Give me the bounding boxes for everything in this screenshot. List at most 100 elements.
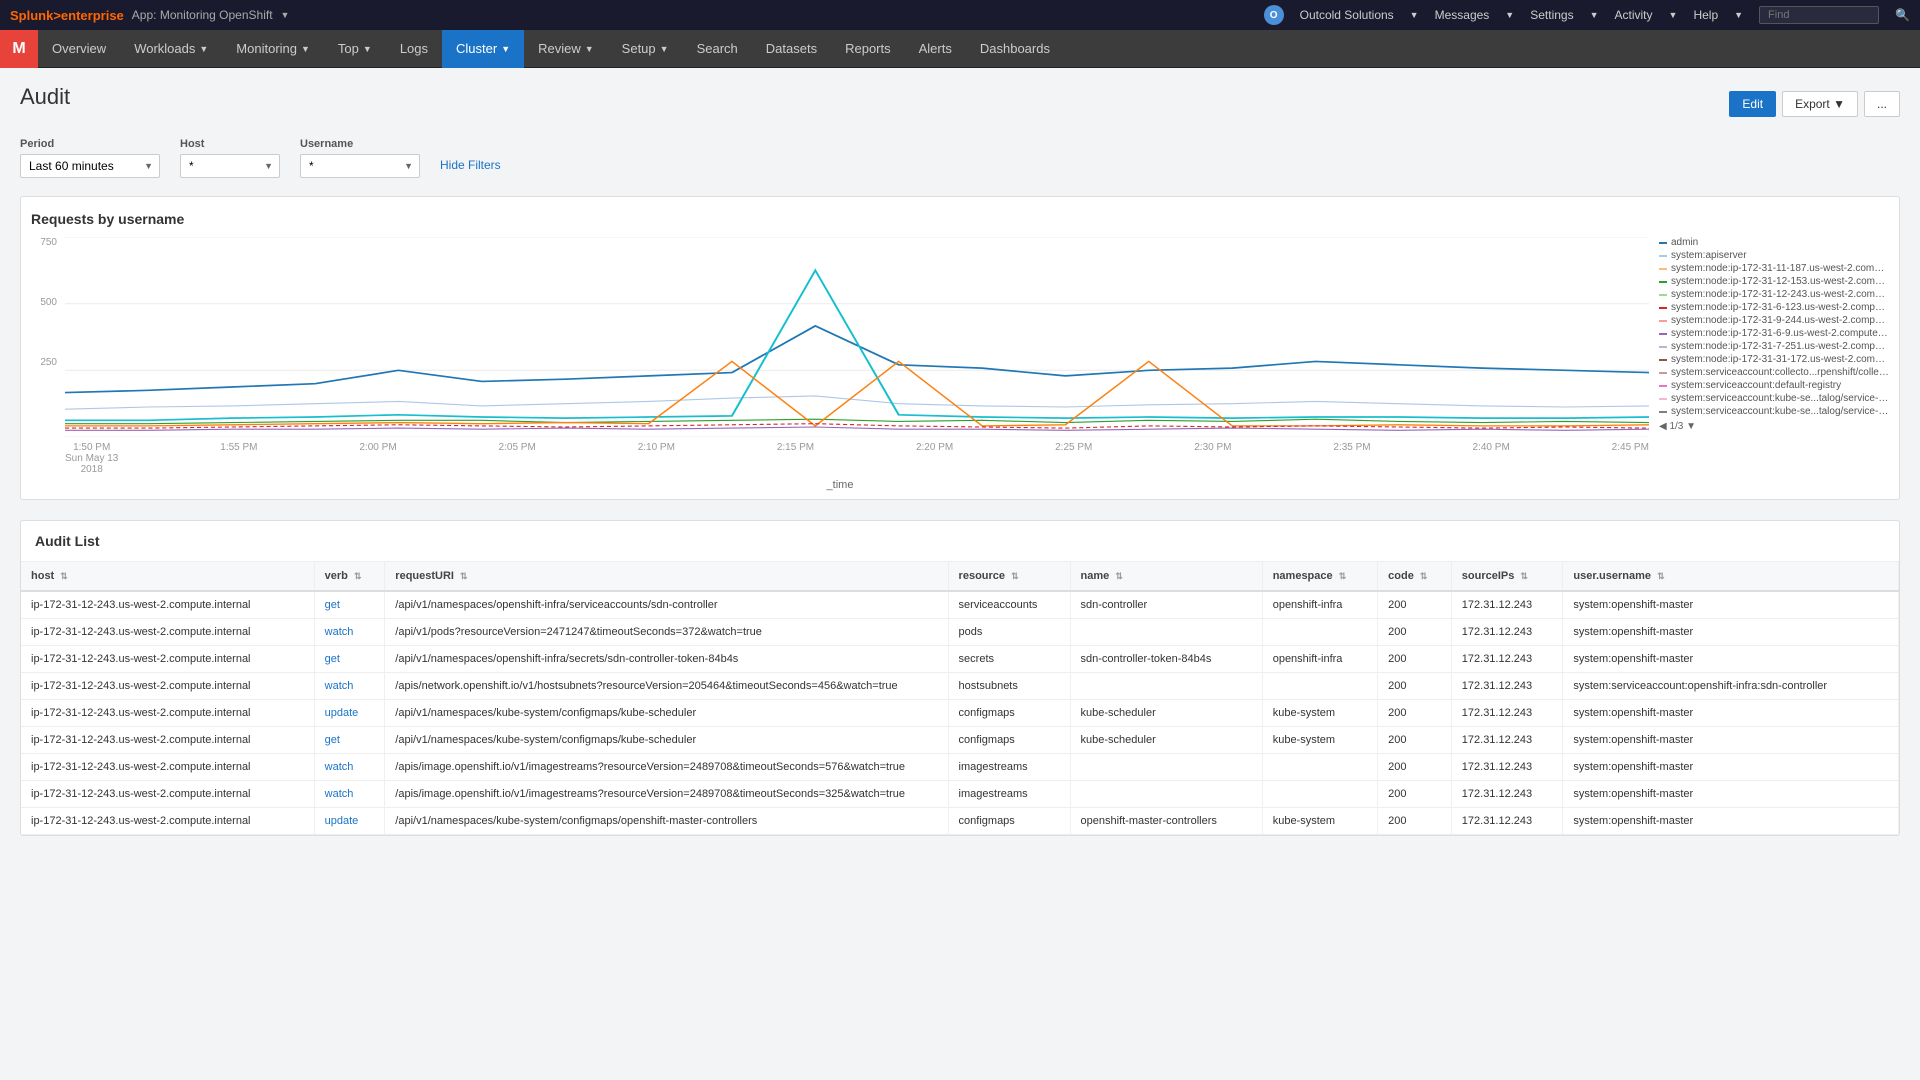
table-row: ip-172-31-12-243.us-west-2.compute.inter… (21, 646, 1899, 673)
cell-namespace (1262, 619, 1377, 646)
page-title: Audit (20, 84, 70, 110)
nav-item-workloads[interactable]: Workloads ▼ (120, 30, 222, 68)
pagination-next[interactable]: ▼ (1686, 421, 1696, 432)
cell-resource: pods (948, 619, 1070, 646)
legend-pagination[interactable]: ◀ 1/3 ▼ (1659, 421, 1889, 432)
cell-sourceips: 172.31.12.243 (1451, 646, 1563, 673)
review-caret: ▼ (585, 44, 594, 54)
edit-button[interactable]: Edit (1729, 91, 1776, 117)
nav-item-reports[interactable]: Reports (831, 30, 905, 68)
audit-list-title: Audit List (21, 521, 1899, 562)
nav-item-top[interactable]: Top ▼ (324, 30, 386, 68)
cell-sourceips: 172.31.12.243 (1451, 673, 1563, 700)
col-header-sourceips[interactable]: sourceIPs ⇅ (1451, 562, 1563, 591)
cell-host: ip-172-31-12-243.us-west-2.compute.inter… (21, 808, 314, 835)
nav-item-monitoring[interactable]: Monitoring ▼ (222, 30, 324, 68)
cell-verb: get (314, 727, 385, 754)
settings-nav[interactable]: Settings (1530, 8, 1573, 22)
nav-item-cluster[interactable]: Cluster ▼ (442, 30, 524, 68)
cell-code: 200 (1378, 673, 1452, 700)
legend-dot-node2 (1659, 281, 1667, 283)
col-header-username[interactable]: user.username ⇅ (1563, 562, 1899, 591)
legend-item-node2: system:node:ip-172-31-12-153.us-west-2.c… (1659, 276, 1889, 287)
cell-code: 200 (1378, 700, 1452, 727)
cell-name (1070, 673, 1262, 700)
col-header-host[interactable]: host ⇅ (21, 562, 314, 591)
cell-host: ip-172-31-12-243.us-west-2.compute.inter… (21, 673, 314, 700)
cell-name (1070, 781, 1262, 808)
pagination-label: ◀ (1659, 421, 1669, 432)
cell-username: system:openshift-master (1563, 619, 1899, 646)
period-select[interactable]: Last 60 minutes Last 4 hours Last 24 hou… (20, 154, 160, 178)
nav-item-setup[interactable]: Setup ▼ (608, 30, 683, 68)
hide-filters-button[interactable]: Hide Filters (440, 158, 501, 172)
col-header-verb[interactable]: verb ⇅ (314, 562, 385, 591)
username-select[interactable]: * (300, 154, 420, 178)
host-filter-group: Host * (180, 138, 280, 178)
help-nav[interactable]: Help (1693, 8, 1718, 22)
legend-item-node4: system:node:ip-172-31-6-123.us-west-2.co… (1659, 302, 1889, 313)
col-header-code[interactable]: code ⇅ (1378, 562, 1452, 591)
app-label[interactable]: App: Monitoring OpenShift (132, 8, 273, 22)
cell-name: kube-scheduler (1070, 727, 1262, 754)
xaxis-item-11: 2:45 PM (1612, 442, 1649, 475)
export-caret: ▼ (1833, 97, 1845, 111)
legend-dot-node8 (1659, 359, 1667, 361)
cell-requesturi: /apis/image.openshift.io/v1/imagestreams… (385, 754, 948, 781)
messages-caret: ▼ (1505, 10, 1514, 20)
more-button[interactable]: ... (1864, 91, 1900, 117)
cell-requesturi: /apis/network.openshift.io/v1/hostsubnet… (385, 673, 948, 700)
cell-sourceips: 172.31.12.243 (1451, 808, 1563, 835)
nav-item-dashboards[interactable]: Dashboards (966, 30, 1064, 68)
nav-item-alerts[interactable]: Alerts (905, 30, 966, 68)
legend-dot-admin (1659, 242, 1667, 244)
cell-sourceips: 172.31.12.243 (1451, 727, 1563, 754)
cell-verb: update (314, 700, 385, 727)
period-filter-group: Period Last 60 minutes Last 4 hours Last… (20, 138, 160, 178)
cell-resource: secrets (948, 646, 1070, 673)
col-header-resource[interactable]: resource ⇅ (948, 562, 1070, 591)
col-header-namespace[interactable]: namespace ⇅ (1262, 562, 1377, 591)
table-row: ip-172-31-12-243.us-west-2.compute.inter… (21, 808, 1899, 835)
col-header-requesturi[interactable]: requestURI ⇅ (385, 562, 948, 591)
nav-item-logs[interactable]: Logs (386, 30, 442, 68)
legend-dot-node1 (1659, 268, 1667, 270)
legend-item-apiserver: system:apiserver (1659, 250, 1889, 261)
host-label: Host (180, 138, 280, 150)
user-org[interactable]: Outcold Solutions (1300, 8, 1394, 22)
cell-name (1070, 754, 1262, 781)
sort-namespace-icon: ⇅ (1339, 571, 1347, 581)
cell-resource: imagestreams (948, 754, 1070, 781)
main-content: Audit Edit Export ▼ ... Period Last 60 m… (0, 68, 1920, 852)
col-header-name[interactable]: name ⇅ (1070, 562, 1262, 591)
cell-namespace (1262, 781, 1377, 808)
host-select[interactable]: * (180, 154, 280, 178)
monitoring-caret: ▼ (301, 44, 310, 54)
cell-username: system:openshift-master (1563, 591, 1899, 619)
chart-legend: admin system:apiserver system:node:ip-17… (1649, 237, 1889, 491)
user-caret: ▼ (1410, 10, 1419, 20)
xaxis-item-9: 2:35 PM (1333, 442, 1370, 475)
cell-code: 200 (1378, 727, 1452, 754)
find-input[interactable] (1759, 6, 1879, 24)
nav-item-datasets[interactable]: Datasets (752, 30, 831, 68)
settings-caret: ▼ (1590, 10, 1599, 20)
messages-nav[interactable]: Messages (1435, 8, 1490, 22)
user-avatar: O (1264, 5, 1284, 25)
cell-verb: watch (314, 673, 385, 700)
cell-sourceips: 172.31.12.243 (1451, 700, 1563, 727)
sort-name-icon: ⇅ (1115, 571, 1123, 581)
legend-item-sa1: system:serviceaccount:collecto...rpenshi… (1659, 367, 1889, 378)
cell-resource: serviceaccounts (948, 591, 1070, 619)
activity-caret: ▼ (1669, 10, 1678, 20)
legend-dot-node7 (1659, 346, 1667, 348)
chart-svg (65, 237, 1649, 437)
nav-item-search[interactable]: Search (683, 30, 752, 68)
nav-item-overview[interactable]: Overview (38, 30, 120, 68)
activity-nav[interactable]: Activity (1615, 8, 1653, 22)
cell-host: ip-172-31-12-243.us-west-2.compute.inter… (21, 619, 314, 646)
export-button[interactable]: Export ▼ (1782, 91, 1858, 117)
nav-item-review[interactable]: Review ▼ (524, 30, 608, 68)
sort-host-icon: ⇅ (60, 571, 68, 581)
xaxis-item-8: 2:30 PM (1194, 442, 1231, 475)
